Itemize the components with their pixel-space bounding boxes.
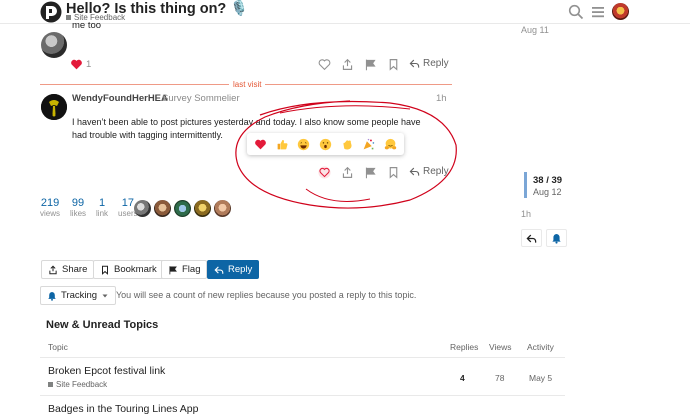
timeline-end-date[interactable]: 1h [521, 209, 531, 219]
topic-category[interactable]: Site Feedback [48, 380, 107, 389]
post-author-username[interactable]: WendyFoundHerHEA [72, 93, 168, 104]
hamburger-menu-icon[interactable] [590, 4, 606, 20]
participant-avatar[interactable] [214, 200, 231, 217]
reactions-picker [247, 133, 404, 155]
share-icon [49, 265, 57, 274]
post-author-avatar[interactable] [41, 94, 67, 120]
stat-likes: 99 likes [70, 197, 86, 218]
open-mouth-reaction-icon[interactable] [319, 138, 332, 151]
share-icon[interactable] [341, 58, 354, 71]
previous-post-like-count: 1 [86, 59, 92, 70]
bell-icon [48, 291, 56, 301]
previous-post-reply-label: Reply [423, 58, 449, 69]
stat-likes-count: 99 [71, 197, 85, 209]
stat-links-count: 1 [98, 197, 106, 209]
post-reply-button[interactable]: Reply [409, 166, 449, 177]
topic-link[interactable]: Broken Epcot festival link [48, 365, 165, 377]
flag-topic-button[interactable]: Flag [161, 260, 208, 279]
table-header-divider [40, 357, 565, 358]
timeline-start-date[interactable]: Aug 11 [521, 25, 549, 35]
thumbs-up-reaction-icon[interactable] [276, 138, 289, 151]
timeline-position: 38 / 39 [533, 175, 563, 186]
reply-topic-label: Reply [228, 264, 253, 275]
participant-avatar[interactable] [134, 200, 151, 217]
table-row-divider [40, 395, 565, 396]
hugs-reaction-icon[interactable] [384, 138, 397, 151]
stat-views: 219 views [40, 197, 60, 218]
previous-post-reply-button[interactable]: Reply [409, 58, 449, 69]
topic-link[interactable]: Badges in the Touring Lines App [48, 403, 198, 415]
new-unread-heading: New & Unread Topics [46, 319, 159, 331]
flag-icon[interactable] [364, 166, 377, 179]
timeline-position-date: Aug 12 [533, 187, 562, 197]
laughing-reaction-icon[interactable] [297, 138, 310, 151]
timeline-notifications-button[interactable] [546, 229, 567, 247]
previous-post-avatar[interactable] [41, 32, 67, 58]
topic-stats: 219 views 99 likes 1 link 17 users [40, 197, 138, 218]
stat-links[interactable]: 1 link [96, 197, 108, 218]
bell-icon [552, 233, 561, 244]
flag-topic-label: Flag [182, 264, 201, 275]
category-color-swatch [48, 382, 53, 387]
stat-links-label: link [96, 209, 109, 218]
confetti-reaction-icon[interactable] [362, 138, 375, 151]
post-reply-label: Reply [423, 166, 449, 177]
participant-avatar[interactable] [154, 200, 171, 217]
bookmark-icon [102, 265, 108, 275]
participant-avatar[interactable] [174, 200, 191, 217]
column-header-replies[interactable]: Replies [450, 342, 478, 352]
category-color-swatch [66, 15, 71, 20]
timeline-reply-button[interactable] [521, 229, 542, 247]
bookmark-icon[interactable] [387, 58, 400, 71]
notification-level-description: You will see a count of new replies beca… [116, 290, 417, 300]
column-header-topic: Topic [48, 342, 68, 352]
post-date[interactable]: 1h [436, 93, 447, 104]
bookmark-topic-button[interactable]: Bookmark [93, 260, 164, 279]
stat-likes-label: likes [70, 209, 87, 218]
notification-level-label: Tracking [61, 290, 98, 301]
topic-category-label: Site Feedback [56, 380, 108, 389]
last-visit-label: last visit [229, 80, 266, 89]
like-icon[interactable] [318, 166, 331, 179]
chevron-down-icon [102, 294, 108, 297]
bookmark-topic-label: Bookmark [114, 264, 157, 275]
like-icon[interactable] [318, 58, 331, 71]
reply-arrow-icon [409, 167, 420, 176]
liked-heart-icon[interactable] [70, 58, 83, 71]
topic-activity-date[interactable]: May 5 [529, 373, 552, 383]
participant-avatar[interactable] [194, 200, 211, 217]
column-header-activity[interactable]: Activity [527, 342, 554, 352]
flag-icon[interactable] [364, 58, 377, 71]
column-header-views[interactable]: Views [489, 342, 512, 352]
red-circle-annotation [235, 100, 457, 209]
stat-views-count: 219 [40, 197, 60, 209]
stat-users-count: 17 [121, 197, 134, 209]
reply-arrow-icon [526, 234, 537, 243]
notification-level-dropdown[interactable]: Tracking [40, 286, 117, 305]
previous-post-body: me too [72, 20, 102, 31]
share-icon[interactable] [341, 166, 354, 179]
site-logo-icon[interactable] [40, 1, 62, 23]
reply-topic-button[interactable]: Reply [207, 260, 260, 279]
reply-arrow-icon [409, 59, 420, 68]
timeline-scroller-handle[interactable] [524, 172, 527, 198]
share-topic-button[interactable]: Share [41, 260, 95, 279]
heart-reaction-icon[interactable] [254, 138, 267, 151]
flag-icon [169, 265, 177, 274]
bookmark-icon[interactable] [387, 166, 400, 179]
share-topic-label: Share [62, 264, 88, 275]
site-header: Hello? Is this thing on? 🎙️ Site Feedbac… [0, 0, 690, 24]
topic-views-count: 78 [495, 373, 505, 383]
stat-views-label: views [40, 209, 61, 218]
reply-arrow-icon [214, 265, 224, 274]
post-author-title: Survey Sommelier [162, 93, 240, 104]
topic-replies-count[interactable]: 4 [460, 373, 465, 383]
current-user-avatar[interactable] [612, 3, 629, 20]
clap-reaction-icon[interactable] [341, 138, 354, 151]
search-icon[interactable] [568, 4, 584, 20]
